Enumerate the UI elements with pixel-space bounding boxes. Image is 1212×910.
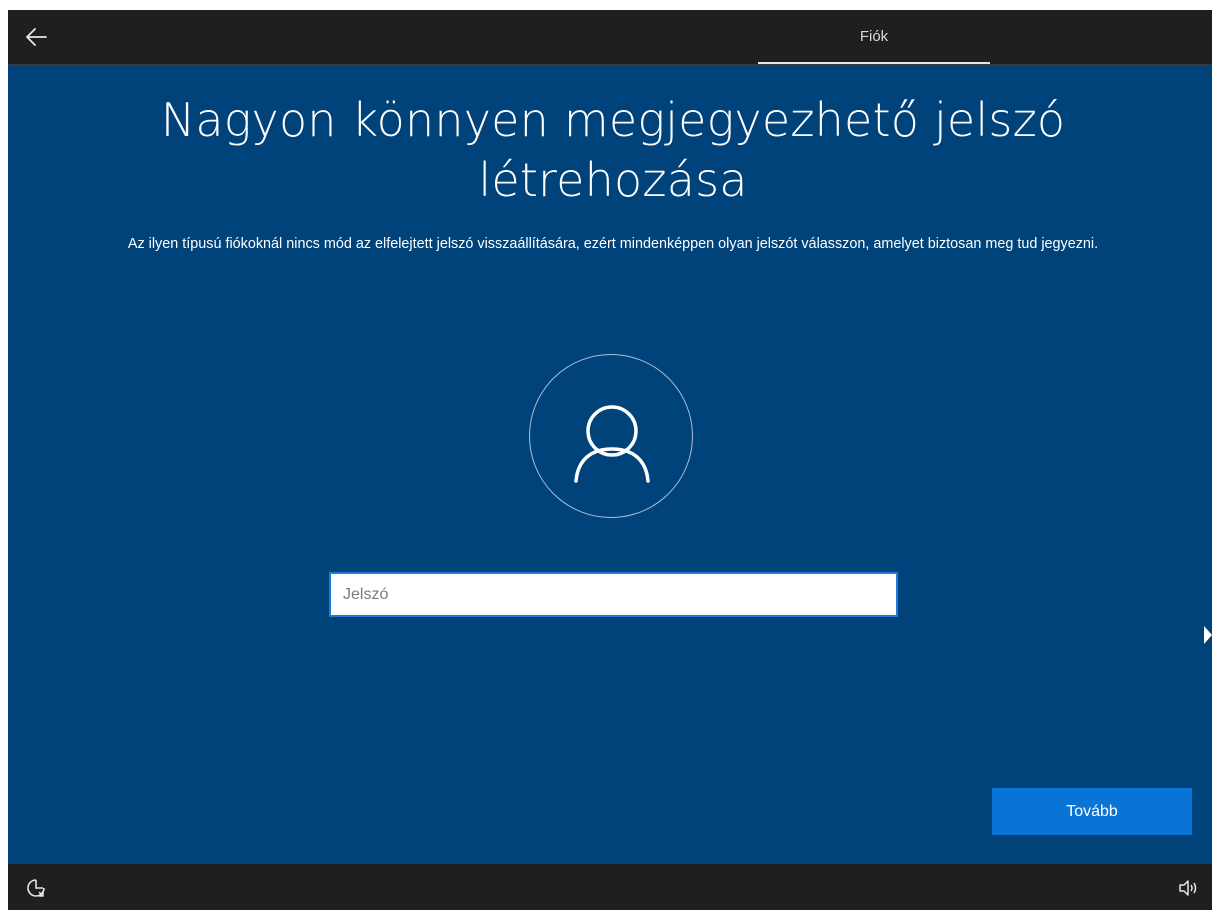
top-bar: Fiók bbox=[8, 10, 1212, 65]
ease-of-access-icon bbox=[27, 879, 45, 897]
side-arrow-icon bbox=[1204, 626, 1212, 644]
ease-of-access-button[interactable] bbox=[24, 876, 48, 900]
next-button[interactable]: Tovább bbox=[992, 788, 1192, 835]
tab-account[interactable]: Fiók bbox=[758, 10, 990, 65]
page-description: Az ilyen típusú fiókoknál nincs mód az e… bbox=[127, 236, 1099, 252]
user-avatar bbox=[529, 354, 693, 518]
user-avatar-icon bbox=[574, 405, 650, 483]
oobe-screen: Fiók Nagyon könnyen megjegyezhető jelszó… bbox=[8, 10, 1212, 910]
password-input[interactable] bbox=[329, 572, 898, 617]
arrow-left-icon bbox=[26, 28, 47, 46]
top-bar-divider bbox=[8, 64, 1212, 65]
tab-account-label: Fiók bbox=[859, 28, 889, 45]
back-button[interactable] bbox=[18, 20, 54, 54]
bottom-bar bbox=[8, 864, 1212, 910]
speaker-volume-icon bbox=[1179, 880, 1197, 896]
page-title: Nagyon könnyen megjegyezhető jelszó létr… bbox=[160, 93, 1066, 207]
volume-button[interactable] bbox=[1176, 876, 1200, 900]
